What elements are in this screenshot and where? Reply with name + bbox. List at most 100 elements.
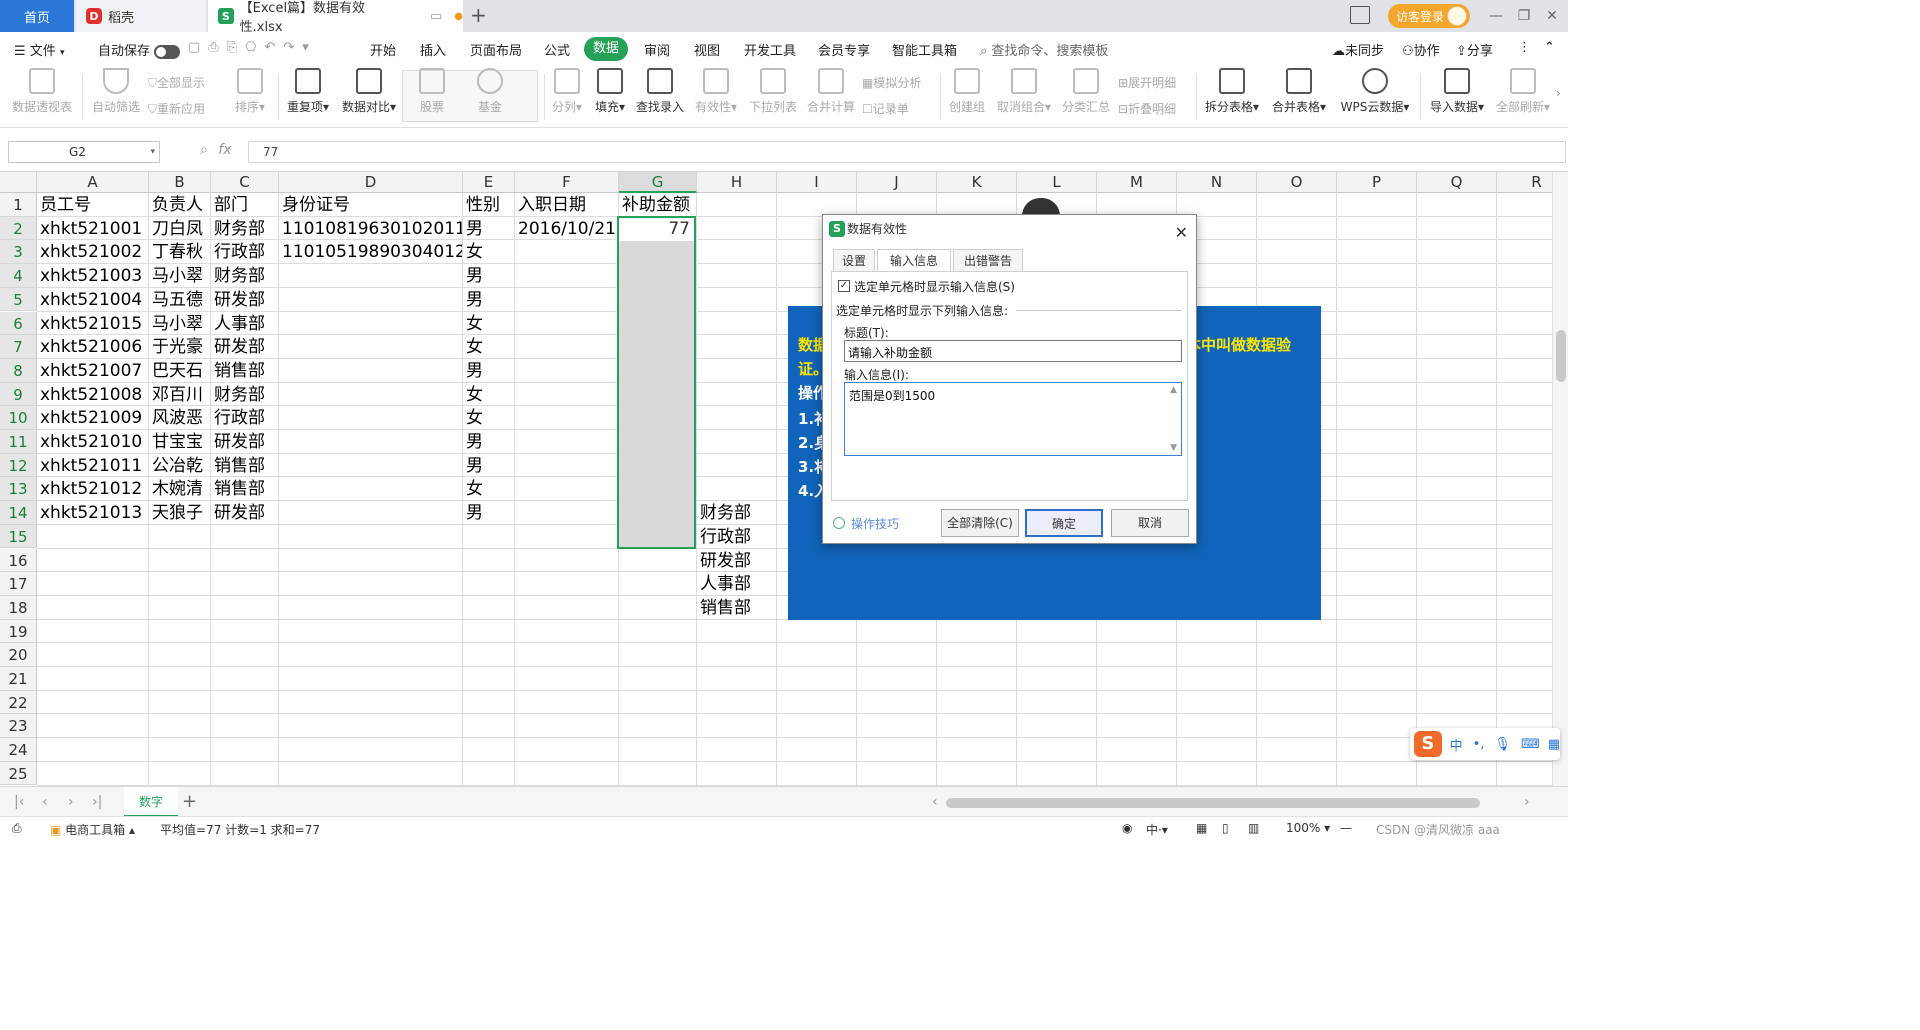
- close-icon[interactable]: ✕: [1542, 6, 1562, 26]
- split-column-button[interactable]: 分列▾: [548, 68, 586, 115]
- row-header[interactable]: 23: [0, 714, 37, 739]
- autosave-toggle[interactable]: 自动保存: [98, 40, 181, 59]
- column-header-m[interactable]: M: [1097, 172, 1177, 193]
- select-all-corner[interactable]: [0, 172, 37, 193]
- table-cell[interactable]: 女: [464, 240, 514, 264]
- row-header[interactable]: 12: [0, 453, 37, 478]
- column-header-o[interactable]: O: [1257, 172, 1337, 193]
- table-cell[interactable]: xhkt521013: [38, 501, 148, 525]
- table-cell[interactable]: xhkt521006: [38, 335, 148, 359]
- table-cell[interactable]: 男: [464, 264, 514, 288]
- table-cell[interactable]: 负责人: [150, 193, 210, 217]
- tab-daoke[interactable]: D 稻壳: [76, 0, 206, 32]
- table-cell[interactable]: 销售部: [212, 477, 278, 501]
- collapse-ribbon-icon[interactable]: ⌃: [1544, 40, 1555, 55]
- table-cell[interactable]: 人事部: [212, 312, 278, 336]
- table-cell[interactable]: 风波恶: [150, 406, 210, 430]
- row-header[interactable]: 11: [0, 430, 37, 454]
- split-table-button[interactable]: 拆分表格▾: [1202, 68, 1262, 115]
- row-header[interactable]: 15: [0, 524, 37, 549]
- fx-icon[interactable]: fx: [218, 142, 231, 158]
- expand-detail-button[interactable]: ⊞展开明细: [1118, 74, 1176, 91]
- menu-developer[interactable]: 开发工具: [744, 40, 796, 59]
- table-cell[interactable]: 财务部: [212, 217, 278, 241]
- duplicates-button[interactable]: 重复项▾: [282, 68, 334, 115]
- funds-button[interactable]: 基金: [466, 68, 514, 115]
- table-cell[interactable]: 入职日期: [516, 193, 618, 217]
- formula-input[interactable]: 77: [248, 141, 1566, 163]
- table-cell[interactable]: 身份证号: [280, 193, 462, 217]
- column-header-n[interactable]: N: [1177, 172, 1257, 193]
- row-header[interactable]: 13: [0, 477, 37, 502]
- sort-button[interactable]: 排序▾: [228, 68, 272, 115]
- table-cell[interactable]: 公冶乾: [150, 454, 210, 478]
- quick-access-icons[interactable]: ▢⎙⎘⎔↶↷▾: [188, 40, 317, 55]
- table-cell[interactable]: 巴天石: [150, 359, 210, 383]
- zoom-level[interactable]: 100% ▾: [1286, 821, 1330, 835]
- table-cell[interactable]: 甘宝宝: [150, 430, 210, 454]
- table-cell[interactable]: 研发部: [212, 430, 278, 454]
- table-cell[interactable]: xhkt521008: [38, 383, 148, 407]
- table-cell[interactable]: 110105198903040128: [280, 240, 462, 264]
- tab-settings[interactable]: 设置: [833, 249, 875, 271]
- lookup-entry-button[interactable]: 查找录入: [634, 68, 686, 115]
- row-header[interactable]: 17: [0, 572, 37, 596]
- table-cell[interactable]: xhkt521003: [38, 264, 148, 288]
- eye-protection-icon[interactable]: ◉: [1122, 821, 1132, 835]
- column-header-q[interactable]: Q: [1417, 172, 1497, 193]
- table-cell[interactable]: xhkt521002: [38, 240, 148, 264]
- pivot-table-button[interactable]: 数据透视表: [8, 68, 76, 115]
- table-cell[interactable]: 销售部: [212, 454, 278, 478]
- table-cell[interactable]: 人事部: [698, 572, 776, 596]
- table-cell[interactable]: 男: [464, 501, 514, 525]
- ime-toolbar[interactable]: S 中 •, 🎙 ⌨ ▦: [1410, 728, 1560, 760]
- add-sheet-icon[interactable]: +: [182, 791, 197, 812]
- table-cell[interactable]: 于光豪: [150, 335, 210, 359]
- table-cell[interactable]: 男: [464, 217, 514, 241]
- column-header-f[interactable]: F: [515, 172, 619, 193]
- table-cell[interactable]: 财务部: [212, 264, 278, 288]
- grid-menu-icon[interactable]: ▦: [1548, 737, 1560, 752]
- scroll-left-icon[interactable]: ‹: [932, 794, 938, 810]
- record-button[interactable]: ☐记录单: [862, 100, 909, 117]
- page-break-view-icon[interactable]: ▥: [1248, 821, 1259, 835]
- table-cell[interactable]: 行政部: [698, 525, 776, 549]
- subtotal-button[interactable]: 分类汇总: [1060, 68, 1112, 115]
- ime-status[interactable]: 中·▾: [1146, 821, 1168, 838]
- first-sheet-icon[interactable]: |‹: [14, 794, 24, 810]
- login-button[interactable]: 访客登录: [1388, 4, 1470, 28]
- simulate-button[interactable]: ▦模拟分析: [862, 74, 921, 91]
- toolbox-button[interactable]: ▣ 电商工具箱 ▴: [50, 821, 135, 838]
- row-header[interactable]: 9: [0, 382, 37, 407]
- row-header[interactable]: 20: [0, 643, 37, 667]
- macro-icon[interactable]: ⎙: [12, 821, 22, 836]
- row-header[interactable]: 10: [0, 406, 37, 430]
- reapply-button[interactable]: ⛉重新应用: [148, 100, 205, 117]
- table-cell[interactable]: 男: [464, 359, 514, 383]
- table-cell[interactable]: 男: [464, 288, 514, 312]
- new-tab-icon[interactable]: +: [470, 3, 487, 27]
- ribbon-scroll-right-icon[interactable]: ›: [1556, 86, 1561, 100]
- table-cell[interactable]: 2016/10/21: [516, 217, 618, 241]
- scroll-up-icon[interactable]: ▲: [1170, 385, 1177, 395]
- zoom-out-icon[interactable]: —: [1340, 821, 1352, 835]
- ungroup-button[interactable]: 取消组合▾: [994, 68, 1054, 115]
- keyboard-icon[interactable]: ⌨: [1521, 737, 1540, 752]
- menu-view[interactable]: 视图: [694, 40, 720, 59]
- table-cell[interactable]: 女: [464, 312, 514, 336]
- merge-table-button[interactable]: 合并表格▾: [1268, 68, 1330, 115]
- table-cell[interactable]: 邓百川: [150, 383, 210, 407]
- table-cell[interactable]: xhkt521012: [38, 477, 148, 501]
- import-data-button[interactable]: 导入数据▾: [1424, 68, 1490, 115]
- table-cell[interactable]: 女: [464, 477, 514, 501]
- collab-button[interactable]: ⚇协作: [1402, 40, 1440, 59]
- table-cell[interactable]: 行政部: [212, 240, 278, 264]
- table-cell[interactable]: 研发部: [698, 549, 776, 573]
- show-input-checkbox[interactable]: ✓: [838, 280, 850, 292]
- row-header[interactable]: 2: [0, 216, 37, 241]
- refresh-all-button[interactable]: 全部刷新▾: [1492, 68, 1554, 115]
- table-cell[interactable]: 研发部: [212, 335, 278, 359]
- table-cell[interactable]: 销售部: [212, 359, 278, 383]
- tab-error-alert[interactable]: 出错警告: [953, 249, 1023, 271]
- table-cell[interactable]: xhkt521007: [38, 359, 148, 383]
